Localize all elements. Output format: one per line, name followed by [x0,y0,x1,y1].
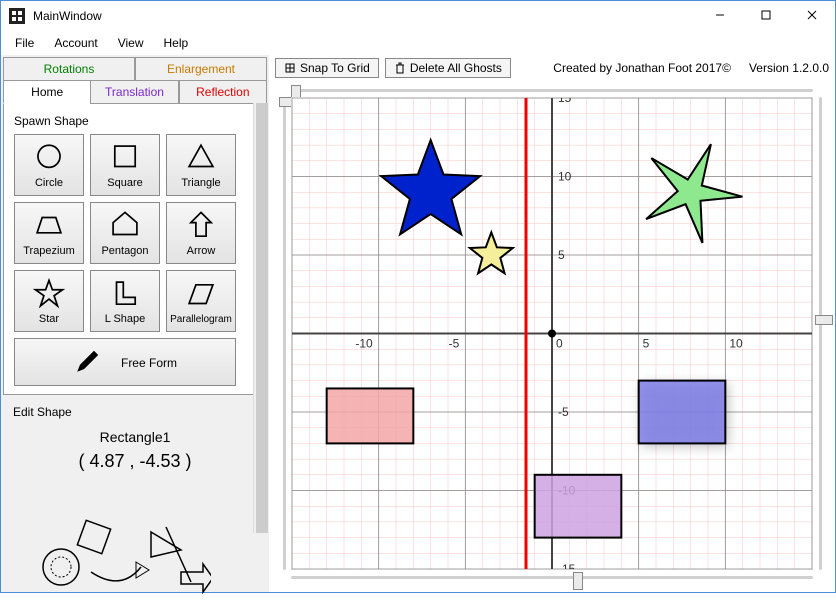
svg-text:-5: -5 [558,405,569,419]
menu-view[interactable]: View [108,32,154,54]
left-slider[interactable] [277,97,291,570]
top-slider[interactable] [291,83,813,97]
decorative-shapes-icon [31,512,211,602]
coordinate-canvas[interactable]: -15-10-5051015-15-10-551015 [291,97,813,570]
trash-icon [394,62,406,74]
tab-home[interactable]: Home [3,80,90,104]
sidebar-scrollbar[interactable] [253,103,269,533]
snap-label: Snap To Grid [300,61,370,75]
shape-square-button[interactable]: Square [90,134,160,196]
shape-star-label: Star [39,313,59,325]
shape-parallelogram-label: Parallelogram [170,314,232,325]
shape-arrow-button[interactable]: Arrow [166,202,236,264]
menu-help[interactable]: Help [154,32,199,54]
delete-ghosts-button[interactable]: Delete All Ghosts [385,58,511,78]
bottom-slider[interactable] [291,570,813,584]
close-button[interactable] [789,1,835,29]
svg-text:10: 10 [729,337,743,351]
svg-text:5: 5 [558,248,565,262]
delete-label: Delete All Ghosts [410,61,502,75]
app-icon [9,8,25,24]
shape-pentagon-button[interactable]: Pentagon [90,202,160,264]
shape-trapezium-label: Trapezium [23,245,75,257]
shape-square-label: Square [107,177,142,189]
shape-lshape-button[interactable]: L Shape [90,270,160,332]
menu-account[interactable]: Account [44,32,107,54]
credits-text: Created by Jonathan Foot 2017© [553,61,731,75]
edit-shape-label: Edit Shape [13,405,259,419]
grid-icon [284,62,296,74]
menu-file[interactable]: File [5,32,44,54]
shape-circle-label: Circle [35,177,63,189]
shape-circle-button[interactable]: Circle [14,134,84,196]
maximize-button[interactable] [743,1,789,29]
svg-text:-10: -10 [355,337,373,351]
shape-triangle-button[interactable]: Triangle [166,134,236,196]
version-text: Version 1.2.0.0 [749,61,829,75]
shape-star-button[interactable]: Star [14,270,84,332]
svg-text:15: 15 [558,98,572,105]
right-slider[interactable] [813,97,827,570]
pencil-icon [73,348,101,376]
svg-text:10: 10 [558,169,572,183]
shape-parallelogram-button[interactable]: Parallelogram [166,270,236,332]
shape-pentagon-label: Pentagon [101,245,148,257]
shape-lshape-label: L Shape [105,313,146,325]
shape-freeform-button[interactable]: Free Form [14,338,236,386]
shape-freeform-label: Free Form [121,356,177,370]
tab-translation[interactable]: Translation [90,80,178,104]
selected-shape-name: Rectangle1 [11,429,259,445]
spawn-shape-label: Spawn Shape [14,114,258,128]
svg-text:-5: -5 [449,337,460,351]
tab-reflection[interactable]: Reflection [179,80,267,104]
minimize-button[interactable] [697,1,743,29]
svg-text:5: 5 [643,337,650,351]
svg-text:0: 0 [556,337,563,351]
tab-rotations[interactable]: Rotations [3,57,135,81]
snap-to-grid-button[interactable]: Snap To Grid [275,58,379,78]
shape-arrow-label: Arrow [187,245,216,257]
svg-text:-15: -15 [558,562,576,569]
tab-enlargement[interactable]: Enlargement [135,57,267,81]
selected-shape-coords: ( 4.87 , -4.53 ) [11,451,259,472]
shape-triangle-label: Triangle [181,177,220,189]
shape-trapezium-button[interactable]: Trapezium [14,202,84,264]
window-title: MainWindow [33,9,697,23]
